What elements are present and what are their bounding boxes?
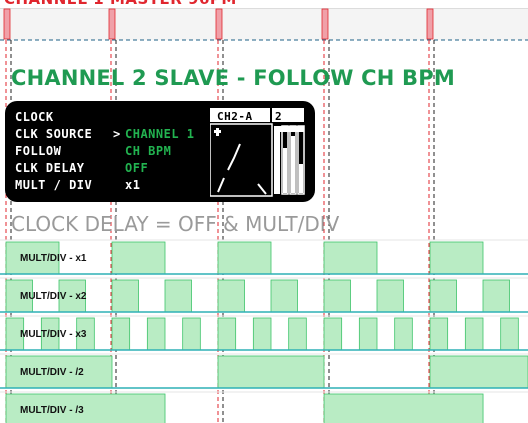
oled-display: CLOCK CLK SOURCE > CHANNEL 1 FOLLOW CH B… [5,101,315,202]
master-beat-marker [321,8,329,40]
clock-pulse [429,279,457,313]
menu-title: CLOCK [15,110,54,124]
clock-pulse [111,317,131,351]
master-band [0,8,528,40]
clock-pulse [394,317,413,351]
menu-label-follow: FOLLOW [15,144,62,158]
master-beat-marker [108,8,116,40]
master-beat-marker [215,8,223,40]
channel2-heading: CHANNEL 2 SLAVE - FOLLOW CH BPM [11,66,455,90]
row-label-x3: MULT/DIV - x3 [20,329,87,340]
clock-pulse [358,317,378,351]
clock-pulse [429,241,484,275]
clock-pulse [217,317,237,351]
clock-pulse [217,241,272,275]
section-heading: CLOCK DELAY = OFF & MULT/DIV [11,212,340,236]
clock-pulse [500,317,519,351]
master-beat-marker [3,8,11,40]
row-label-x2: MULT/DIV - x2 [20,291,87,302]
clock-pulse [429,317,449,351]
clock-pulse [146,317,166,351]
clock-pulse [288,317,307,351]
clock-pulse [164,279,192,313]
clock-pulse [482,279,510,313]
clock-pulse [217,355,325,389]
menu-label-mult-div: MULT / DIV [15,178,93,192]
menu-cursor-icon: > [113,127,121,141]
clock-pulse [111,241,166,275]
master-beat-marker [426,8,434,40]
menu-label-clk-delay: CLK DELAY [15,161,85,175]
menu-label-clk-source: CLK SOURCE [15,127,93,141]
menu-value-mult-div: x1 [125,178,141,192]
menu-value-clk-delay: OFF [125,161,149,175]
clock-pulse [252,317,272,351]
clock-pulse [323,317,343,351]
clock-pulse [217,279,245,313]
clock-pulse [111,279,139,313]
menu-value-follow: CH BPM [125,144,172,158]
clock-pulse [323,279,351,313]
clock-pulse [270,279,298,313]
row-label-x1: MULT/DIV - x1 [20,253,87,264]
clock-pulse [464,317,484,351]
channel-tag-label: 2 [275,110,282,123]
clock-pulse [323,241,378,275]
row-label-div2: MULT/DIV - /2 [20,367,84,378]
master-channel-heading: CHANNEL 1 MASTER 96PM [4,0,237,8]
clock-pulse [182,317,201,351]
clock-pulse [429,355,528,389]
row-label-div3: MULT/DIV - /3 [20,405,84,416]
clock-pulse [376,279,404,313]
channel-id-label: CH2-A [217,110,253,123]
clock-pulse [323,393,484,423]
menu-value-clk-source: CHANNEL 1 [125,127,195,141]
